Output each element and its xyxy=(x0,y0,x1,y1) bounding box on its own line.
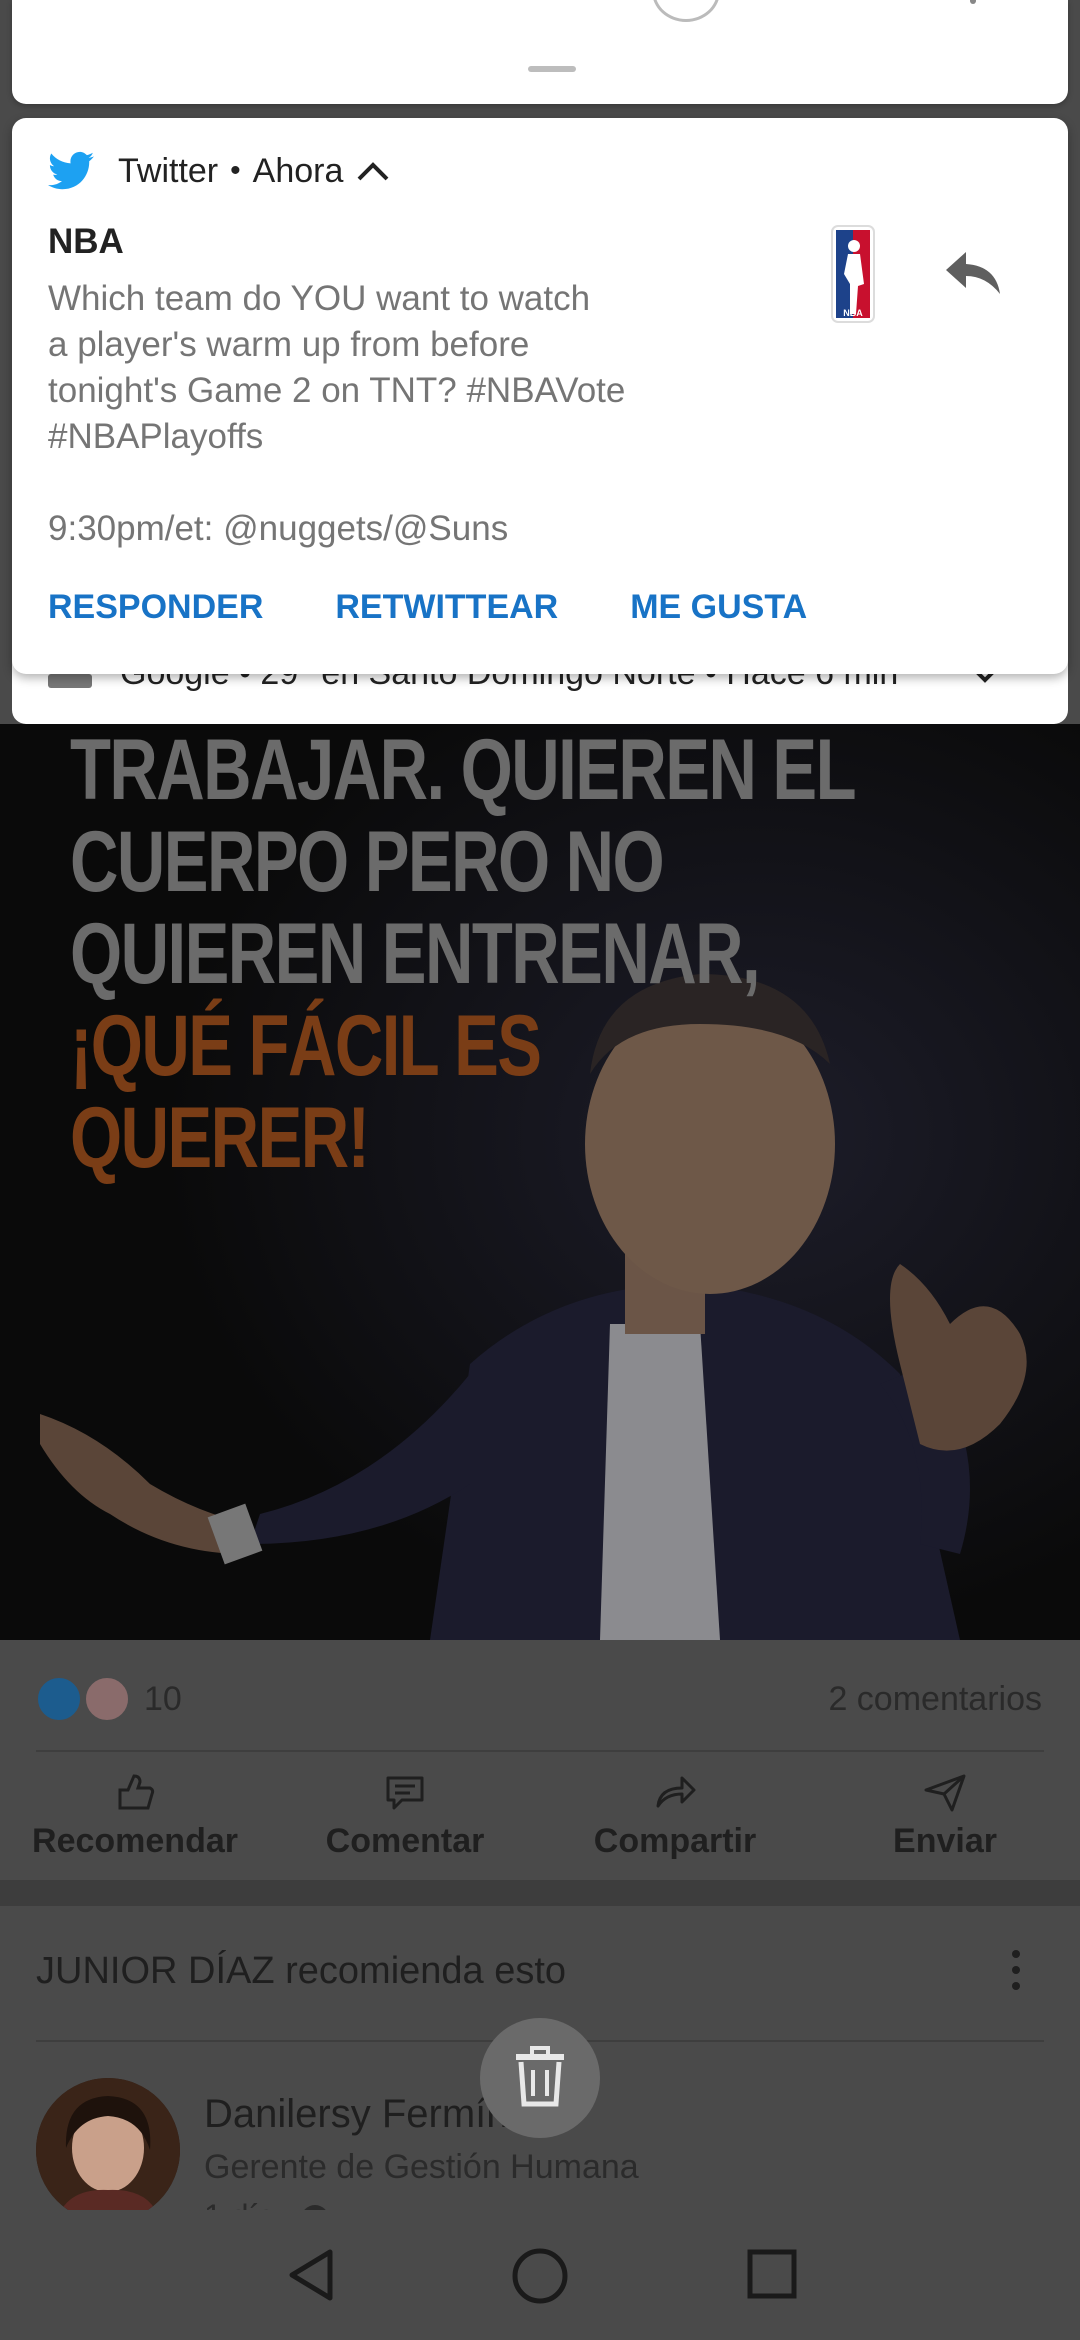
nba-logo-icon: NBA xyxy=(831,225,875,323)
feed-separator xyxy=(0,1880,1080,1906)
quick-settings-icon xyxy=(970,0,976,4)
action-label: Enviar xyxy=(893,1822,997,1860)
action-label: Recomendar xyxy=(32,1822,238,1860)
body-line: Which team do YOU want to watch xyxy=(48,279,591,318)
comment-icon xyxy=(386,1776,424,1810)
reply-button[interactable]: RESPONDER xyxy=(48,588,263,627)
google-app-icon xyxy=(48,674,92,688)
recommend-suffix: recomienda esto xyxy=(274,1950,567,1992)
notification-time: Ahora xyxy=(252,151,344,190)
comment-button[interactable]: Comentar xyxy=(290,1772,520,1861)
recent-apps-icon[interactable] xyxy=(746,2248,798,2300)
quote-line-highlight: QUERER! xyxy=(70,1090,370,1186)
recommend-button[interactable]: Recomendar xyxy=(20,1772,250,1861)
chevron-up-icon[interactable] xyxy=(353,151,393,191)
dismiss-trash-button[interactable] xyxy=(480,2018,600,2138)
quote-line-highlight: ¡QUÉ FÁCIL ES xyxy=(70,998,542,1094)
post-actions: Recomendar Comentar Compartir Enviar xyxy=(0,1752,1080,1880)
system-navigation-bar xyxy=(0,2210,1080,2340)
header-separator: • xyxy=(230,154,241,187)
body-line: tonight's Game 2 on TNT? #NBAVote xyxy=(48,371,626,410)
thumbs-up-icon xyxy=(118,1774,155,1810)
notification-actions: RESPONDER RETWITTEAR ME GUSTA xyxy=(48,588,879,627)
reply-icon[interactable] xyxy=(942,248,1004,298)
post-stats: 10 2 comentarios xyxy=(0,1640,1080,1752)
back-icon[interactable] xyxy=(282,2246,340,2304)
action-label: Compartir xyxy=(593,1822,757,1860)
comments-count[interactable]: 2 comentarios xyxy=(828,1680,1042,1719)
home-icon[interactable] xyxy=(510,2246,570,2306)
trash-icon xyxy=(516,2046,564,2107)
twitter-bird-icon xyxy=(48,151,94,190)
quote-line: CUERPO PERO NO xyxy=(70,814,665,910)
retweet-button[interactable]: RETWITTEAR xyxy=(335,588,558,627)
twitter-notification[interactable]: Twitter • Ahora NBA Which team do YOU wa… xyxy=(12,118,1068,674)
send-button[interactable]: Enviar xyxy=(830,1772,1060,1861)
notification-header: Twitter • Ahora xyxy=(48,146,393,196)
brightness-slider-knob[interactable] xyxy=(652,0,720,22)
love-reaction-icon xyxy=(84,1676,130,1722)
quick-settings-panel xyxy=(12,0,1068,104)
author-role: Gerente de Gestión Humana xyxy=(204,2148,639,2186)
recommender-name[interactable]: JUNIOR DÍAZ xyxy=(36,1950,275,1992)
share-icon xyxy=(656,1776,696,1808)
notification-title: NBA xyxy=(48,222,124,261)
quote-line: TRABAJAR. QUIEREN EL xyxy=(70,724,857,818)
notification-body: Which team do YOU want to watch a player… xyxy=(48,276,708,552)
avatar[interactable] xyxy=(36,2078,180,2222)
like-button[interactable]: ME GUSTA xyxy=(630,588,807,627)
body-line: a player's warm up from before xyxy=(48,325,530,364)
reactions-count[interactable]: 10 xyxy=(144,1680,182,1719)
send-icon xyxy=(924,1774,966,1812)
body-line: 9:30pm/et: @nuggets/@Suns xyxy=(48,509,509,548)
action-label: Comentar xyxy=(325,1822,485,1860)
quote-line: QUIEREN ENTRENAR, xyxy=(70,906,761,1002)
notification-app-name: Twitter xyxy=(118,151,219,190)
author-name-text: Danilersy Fermín xyxy=(204,2092,509,2136)
body-line: #NBAPlayoffs xyxy=(48,417,264,456)
quote-text: TRABAJAR. QUIEREN EL CUERPO PERO NO QUIE… xyxy=(70,724,857,1186)
more-options-icon[interactable] xyxy=(1010,1950,1022,1998)
post-image[interactable]: TRABAJAR. QUIEREN EL CUERPO PERO NO QUIE… xyxy=(0,724,1080,1640)
recommendation-row: JUNIOR DÍAZ recomienda esto xyxy=(0,1906,1080,2036)
like-reaction-icon xyxy=(36,1676,82,1722)
svg-text:NBA: NBA xyxy=(843,308,863,318)
share-button[interactable]: Compartir xyxy=(560,1772,790,1861)
recommendation-text: JUNIOR DÍAZ recomienda esto xyxy=(36,1950,566,1993)
panel-drag-handle[interactable] xyxy=(528,66,576,72)
